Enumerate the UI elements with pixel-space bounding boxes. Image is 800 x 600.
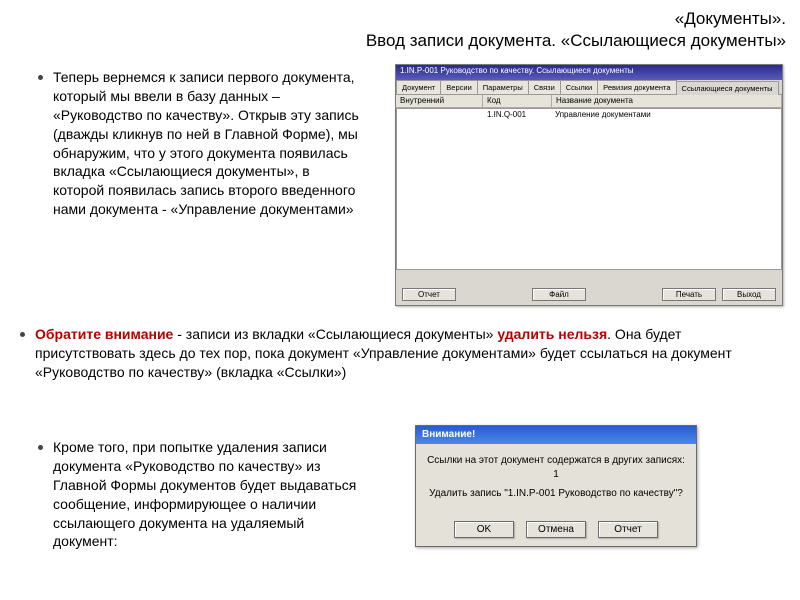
dialog-buttons: OK Отмена Отчет — [416, 521, 696, 538]
print-button[interactable]: Печать — [662, 288, 716, 301]
list-area[interactable]: 1.IN.Q-001 Управление документами — [396, 108, 782, 270]
note-cannot-delete: удалить нельзя — [497, 326, 607, 342]
bullet-dot-icon — [20, 332, 25, 337]
bullet-1-text: Теперь вернемся к записи первого докумен… — [53, 68, 363, 219]
note-attention: Обратите внимание — [35, 326, 173, 342]
warning-dialog: Внимание! Ссылки на этот документ содерж… — [415, 425, 697, 547]
title-line-2: Ввод записи документа. «Ссылающиеся доку… — [366, 30, 786, 52]
tab-referencing[interactable]: Ссылающиеся документы — [676, 81, 779, 95]
slide-title: «Документы». Ввод записи документа. «Ссы… — [366, 8, 786, 52]
bullet-1: Теперь вернемся к записи первого докумен… — [38, 68, 363, 219]
exit-button[interactable]: Выход — [722, 288, 776, 301]
col-internal: Внутренний — [396, 95, 483, 107]
row-code: 1.IN.Q-001 — [483, 109, 551, 121]
bullet-3-text: Кроме того, при попытке удаления записи … — [53, 438, 368, 551]
bullet-3: Кроме того, при попытке удаления записи … — [38, 438, 368, 551]
dialog-titlebar: Внимание! — [416, 426, 696, 444]
tab-document[interactable]: Документ — [396, 80, 441, 94]
tab-links[interactable]: Связи — [528, 80, 561, 94]
col-name: Название документа — [552, 95, 782, 107]
dialog-line-2: Удалить запись "1.IN.P-001 Руководство п… — [426, 487, 686, 501]
title-line-1: «Документы». — [366, 8, 786, 30]
dialog-line-1: Ссылки на этот документ содержатся в дру… — [426, 454, 686, 481]
report-button[interactable]: Отчет — [402, 288, 456, 301]
note-mid: - записи из вкладки «Ссылающиеся докумен… — [173, 326, 497, 342]
tab-versions[interactable]: Версии — [440, 80, 477, 94]
list-header: Внутренний Код Название документа — [396, 95, 782, 108]
bullet-note: Обратите внимание - записи из вкладки «С… — [20, 325, 775, 382]
bullet-dot-icon — [38, 75, 43, 80]
dialog-body: Ссылки на этот документ содержатся в дру… — [416, 444, 696, 511]
col-code: Код — [483, 95, 552, 107]
bullet-note-text: Обратите внимание - записи из вкладки «С… — [35, 325, 775, 382]
demo-window: 1.IN.P-001 Руководство по качеству. Ссыл… — [395, 64, 783, 306]
row-name: Управление документами — [551, 109, 781, 121]
window-titlebar: 1.IN.P-001 Руководство по качеству. Ссыл… — [396, 65, 782, 80]
tab-refs[interactable]: Ссылки — [560, 80, 598, 94]
window-footer: Отчет Файл Печать Выход — [396, 288, 782, 301]
bullet-dot-icon — [38, 445, 43, 450]
cancel-button[interactable]: Отмена — [526, 521, 586, 538]
tab-params[interactable]: Параметры — [477, 80, 529, 94]
row-internal — [397, 109, 483, 121]
file-button[interactable]: Файл — [532, 288, 586, 301]
tab-revision[interactable]: Ревизия документа — [597, 80, 676, 94]
table-row[interactable]: 1.IN.Q-001 Управление документами — [397, 109, 781, 121]
window-tabs: Документ Версии Параметры Связи Ссылки Р… — [396, 80, 782, 95]
ok-button[interactable]: OK — [454, 521, 514, 538]
dialog-report-button[interactable]: Отчет — [598, 521, 658, 538]
